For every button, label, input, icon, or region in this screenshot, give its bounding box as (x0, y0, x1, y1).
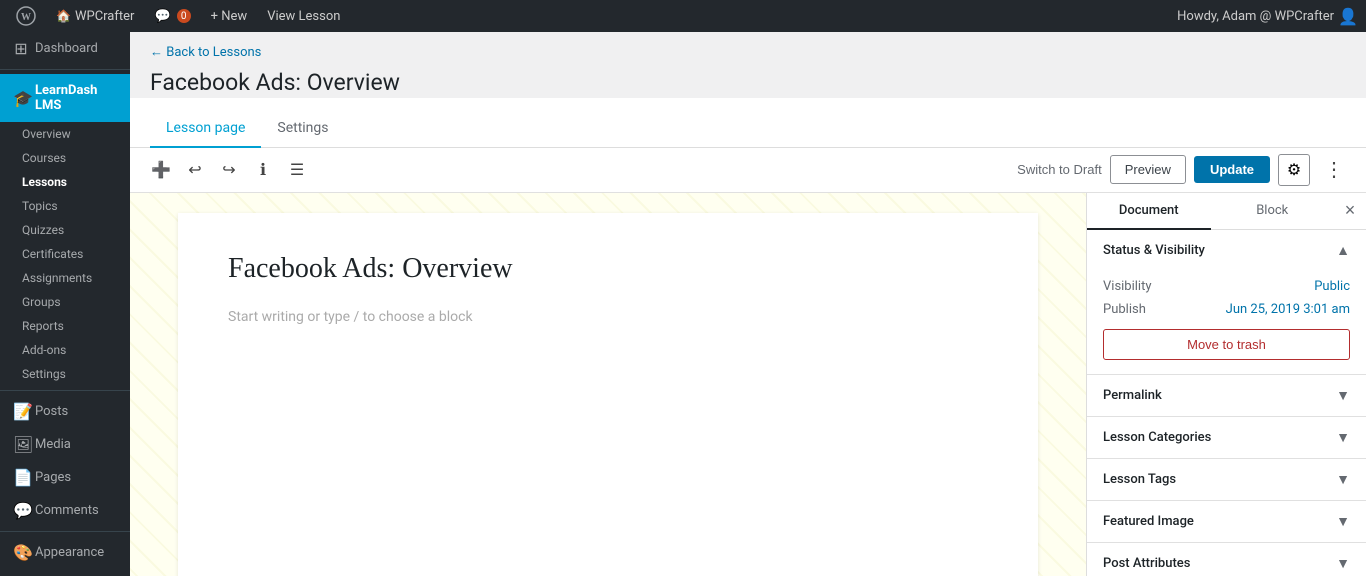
lesson-tags-section: Lesson Tags ▼ (1087, 459, 1366, 501)
sidebar-item-dashboard[interactable]: ⊞ Dashboard (0, 32, 130, 65)
visibility-label: Visibility (1103, 279, 1152, 294)
block-list-button[interactable]: ☰ (282, 155, 312, 185)
lesson-categories-header[interactable]: Lesson Categories ▼ (1087, 417, 1366, 458)
page-header: ← Back to Lessons Facebook Ads: Overview (130, 32, 1366, 98)
post-attributes-chevron-icon: ▼ (1336, 555, 1350, 572)
page-title: Facebook Ads: Overview (150, 68, 1346, 98)
featured-image-section: Featured Image ▼ (1087, 501, 1366, 543)
sidebar-item-overview[interactable]: Overview (0, 122, 130, 146)
visibility-row: Visibility Public (1103, 279, 1350, 294)
sidebar-item-topics[interactable]: Topics (0, 194, 130, 218)
add-block-button[interactable]: ➕ (146, 155, 176, 185)
publish-date[interactable]: Jun 25, 2019 3:01 am (1226, 302, 1350, 317)
permalink-section: Permalink ▼ (1087, 375, 1366, 417)
sidebar-item-lessons[interactable]: Lessons (0, 170, 130, 194)
sidebar-item-settings[interactable]: Settings (0, 362, 130, 386)
status-visibility-content: Visibility Public Publish Jun 25, 2019 3… (1087, 271, 1366, 374)
tab-lesson-page[interactable]: Lesson page (150, 110, 261, 148)
status-visibility-section: Status & Visibility ▲ Visibility Public … (1087, 230, 1366, 375)
sidebar-tabs: Document Block × (1087, 193, 1366, 230)
sidebar-item-quizzes[interactable]: Quizzes (0, 218, 130, 242)
update-button[interactable]: Update (1194, 156, 1270, 183)
media-icon: 🖼 (13, 435, 29, 454)
info-button[interactable]: ℹ (248, 155, 278, 185)
main-content: ← Back to Lessons Facebook Ads: Overview… (130, 32, 1366, 576)
featured-image-header[interactable]: Featured Image ▼ (1087, 501, 1366, 542)
post-attributes-section: Post Attributes ▼ (1087, 543, 1366, 576)
lesson-tags-header[interactable]: Lesson Tags ▼ (1087, 459, 1366, 500)
publish-row: Publish Jun 25, 2019 3:01 am (1103, 302, 1350, 317)
posts-icon: 📝 (13, 402, 29, 421)
learndash-icon: 🎓 (13, 89, 29, 108)
move-to-trash-button[interactable]: Move to trash (1103, 329, 1350, 360)
status-visibility-header[interactable]: Status & Visibility ▲ (1087, 230, 1366, 271)
adminbar-howdy: Howdy, Adam @ WPCrafter (1177, 9, 1334, 24)
sidebar-item-media[interactable]: 🖼 Media (0, 428, 130, 461)
adminbar-new[interactable]: + New (203, 0, 256, 32)
permalink-chevron-icon: ▼ (1336, 387, 1350, 404)
sidebar-tab-block[interactable]: Block (1211, 193, 1335, 230)
comment-icon: 💬 (154, 9, 170, 24)
admin-bar: W 🏠 WPCrafter 💬 0 + New View Lesson Howd… (0, 0, 1366, 32)
settings-gear-button[interactable]: ⚙ (1278, 154, 1310, 186)
sidebar-tab-document[interactable]: Document (1087, 193, 1211, 230)
sidebar-close-button[interactable]: × (1334, 195, 1366, 227)
redo-button[interactable]: ↪ (214, 155, 244, 185)
editor-toolbar: ➕ ↩ ↪ ℹ ☰ Switch to Draft Preview Update (130, 148, 1366, 193)
undo-button[interactable]: ↩ (180, 155, 210, 185)
editor-content-title: Facebook Ads: Overview (228, 253, 988, 285)
pages-icon: 📄 (13, 468, 29, 487)
editor-body: Facebook Ads: Overview Start writing or … (130, 193, 1366, 576)
switch-to-draft-button[interactable]: Switch to Draft (1017, 162, 1102, 177)
more-options-button[interactable]: ⋮ (1318, 154, 1350, 186)
status-visibility-chevron-icon: ▲ (1336, 242, 1350, 259)
adminbar-comments[interactable]: 💬 0 (146, 0, 198, 32)
sidebar-item-appearance[interactable]: 🎨 Appearance (0, 536, 130, 569)
editor-canvas[interactable]: Facebook Ads: Overview Start writing or … (178, 213, 1038, 576)
editor-tabs: Lesson page Settings (130, 110, 1366, 148)
editor-wrapper: ➕ ↩ ↪ ℹ ☰ Switch to Draft Preview Update (130, 148, 1366, 576)
lesson-categories-section: Lesson Categories ▼ (1087, 417, 1366, 459)
permalink-header[interactable]: Permalink ▼ (1087, 375, 1366, 416)
sidebar-item-comments[interactable]: 💬 Comments (0, 494, 130, 527)
lesson-tags-chevron-icon: ▼ (1336, 471, 1350, 488)
adminbar-wp-logo[interactable]: W (8, 0, 44, 32)
sidebar-item-groups[interactable]: Groups (0, 290, 130, 314)
adminbar-view-lesson[interactable]: View Lesson (259, 0, 348, 32)
editor-canvas-wrapper[interactable]: Facebook Ads: Overview Start writing or … (130, 193, 1086, 576)
sidebar-item-assignments[interactable]: Assignments (0, 266, 130, 290)
sidebar-item-reports[interactable]: Reports (0, 314, 130, 338)
sidebar-item-pages[interactable]: 📄 Pages (0, 461, 130, 494)
publish-label: Publish (1103, 302, 1146, 317)
comments-icon: 💬 (13, 501, 29, 520)
lesson-categories-chevron-icon: ▼ (1336, 429, 1350, 446)
svg-text:W: W (21, 12, 31, 23)
sidebar-item-addons[interactable]: Add-ons (0, 338, 130, 362)
preview-button[interactable]: Preview (1110, 155, 1186, 184)
admin-menu: ⊞ Dashboard 🎓 LearnDash LMS Overview Cou… (0, 32, 130, 576)
editor-wrap: Lesson page Settings ➕ ↩ ↪ ℹ ☰ Switch to (130, 98, 1366, 576)
sidebar-item-plugins[interactable]: 🔌 Plugins (0, 569, 130, 576)
adminbar-avatar: 👤 (1338, 7, 1358, 26)
sidebar-item-learndash[interactable]: 🎓 LearnDash LMS (0, 74, 130, 122)
comment-count-badge: 0 (177, 9, 191, 23)
adminbar-site-name[interactable]: 🏠 WPCrafter (48, 0, 142, 32)
dashboard-icon: ⊞ (13, 39, 29, 58)
sidebar-item-posts[interactable]: 📝 Posts (0, 395, 130, 428)
featured-image-chevron-icon: ▼ (1336, 513, 1350, 530)
editor-sidebar: Document Block × Statu (1086, 193, 1366, 576)
sidebar-item-courses[interactable]: Courses (0, 146, 130, 170)
tab-settings[interactable]: Settings (261, 110, 344, 148)
post-attributes-header[interactable]: Post Attributes ▼ (1087, 543, 1366, 576)
appearance-icon: 🎨 (13, 543, 29, 562)
sidebar-item-certificates[interactable]: Certificates (0, 242, 130, 266)
editor-placeholder[interactable]: Start writing or type / to choose a bloc… (228, 309, 988, 325)
visibility-value[interactable]: Public (1314, 279, 1350, 294)
back-to-lessons-link[interactable]: ← Back to Lessons (150, 44, 261, 60)
